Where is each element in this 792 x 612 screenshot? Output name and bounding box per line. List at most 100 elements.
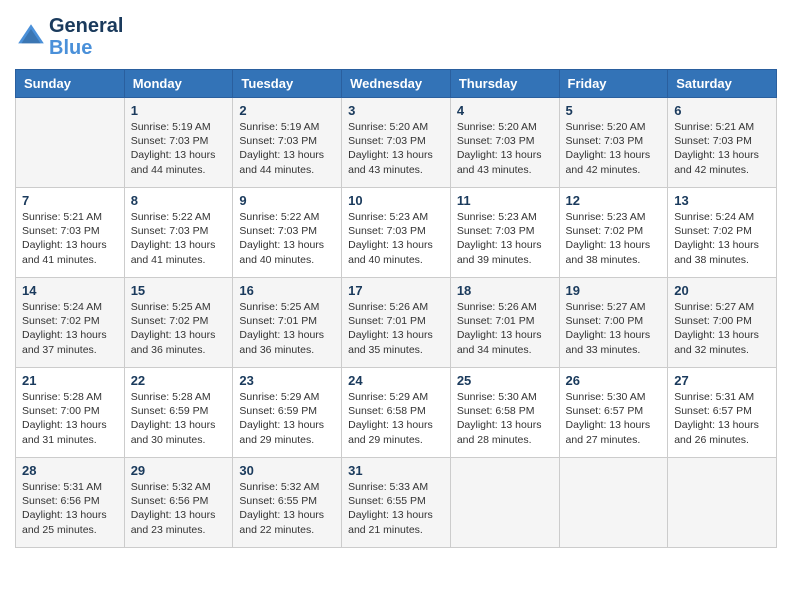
cell-content: Sunrise: 5:31 AM Sunset: 6:57 PM Dayligh… <box>674 390 770 447</box>
logo-icon <box>15 21 47 53</box>
week-row-3: 21 Sunrise: 5:28 AM Sunset: 7:00 PM Dayli… <box>16 368 777 458</box>
cell-content: Sunrise: 5:24 AM Sunset: 7:02 PM Dayligh… <box>22 300 118 357</box>
cell-content: Sunrise: 5:23 AM Sunset: 7:02 PM Dayligh… <box>566 210 662 267</box>
day-number: 15 <box>131 283 227 298</box>
page-header: GeneralBlue <box>15 15 777 59</box>
calendar-cell: 18Sunrise: 5:26 AM Sunset: 7:01 PM Dayli… <box>450 278 559 368</box>
calendar-cell: 3 Sunrise: 5:20 AM Sunset: 7:03 PM Daylig… <box>342 98 451 188</box>
week-row-2: 14 Sunrise: 5:24 AM Sunset: 7:02 PM Dayli… <box>16 278 777 368</box>
day-number: 14 <box>22 283 118 298</box>
cell-content: Sunrise: 5:33 AM Sunset: 6:55 PM Dayligh… <box>348 480 444 537</box>
cell-content: Sunrise: 5:28 AM Sunset: 6:59 PM Dayligh… <box>131 390 227 447</box>
week-row-0: 1Sunrise: 5:19 AM Sunset: 7:03 PM Daylig… <box>16 98 777 188</box>
day-number: 23 <box>239 373 335 388</box>
day-number: 3 <box>348 103 444 118</box>
weekday-friday: Friday <box>559 70 668 98</box>
cell-content: Sunrise: 5:32 AM Sunset: 6:55 PM Dayligh… <box>239 480 335 537</box>
cell-content: Sunrise: 5:19 AM Sunset: 7:03 PM Dayligh… <box>131 120 227 177</box>
calendar-cell: 13 Sunrise: 5:24 AM Sunset: 7:02 PM Dayli… <box>668 188 777 278</box>
day-number: 31 <box>348 463 444 478</box>
cell-content: Sunrise: 5:21 AM Sunset: 7:03 PM Dayligh… <box>674 120 770 177</box>
calendar-cell: 31 Sunrise: 5:33 AM Sunset: 6:55 PM Dayli… <box>342 458 451 548</box>
calendar-cell: 14 Sunrise: 5:24 AM Sunset: 7:02 PM Dayli… <box>16 278 125 368</box>
day-number: 21 <box>22 373 118 388</box>
day-number: 5 <box>566 103 662 118</box>
calendar-cell: 5Sunrise: 5:20 AM Sunset: 7:03 PM Daylig… <box>559 98 668 188</box>
week-row-1: 7 Sunrise: 5:21 AM Sunset: 7:03 PM Daylig… <box>16 188 777 278</box>
day-number: 7 <box>22 193 118 208</box>
calendar-cell: 1Sunrise: 5:19 AM Sunset: 7:03 PM Daylig… <box>124 98 233 188</box>
calendar-cell: 30Sunrise: 5:32 AM Sunset: 6:55 PM Dayli… <box>233 458 342 548</box>
cell-content: Sunrise: 5:24 AM Sunset: 7:02 PM Dayligh… <box>674 210 770 267</box>
cell-content: Sunrise: 5:19 AM Sunset: 7:03 PM Dayligh… <box>239 120 335 177</box>
cell-content: Sunrise: 5:32 AM Sunset: 6:56 PM Dayligh… <box>131 480 227 537</box>
calendar-cell: 17 Sunrise: 5:26 AM Sunset: 7:01 PM Dayli… <box>342 278 451 368</box>
cell-content: Sunrise: 5:27 AM Sunset: 7:00 PM Dayligh… <box>566 300 662 357</box>
day-number: 13 <box>674 193 770 208</box>
cell-content: Sunrise: 5:20 AM Sunset: 7:03 PM Dayligh… <box>457 120 553 177</box>
day-number: 11 <box>457 193 553 208</box>
calendar-cell: 9 Sunrise: 5:22 AM Sunset: 7:03 PM Daylig… <box>233 188 342 278</box>
weekday-wednesday: Wednesday <box>342 70 451 98</box>
calendar-cell <box>16 98 125 188</box>
cell-content: Sunrise: 5:29 AM Sunset: 6:58 PM Dayligh… <box>348 390 444 447</box>
cell-content: Sunrise: 5:31 AM Sunset: 6:56 PM Dayligh… <box>22 480 118 537</box>
calendar-cell: 26 Sunrise: 5:30 AM Sunset: 6:57 PM Dayli… <box>559 368 668 458</box>
cell-content: Sunrise: 5:20 AM Sunset: 7:03 PM Dayligh… <box>348 120 444 177</box>
calendar-cell: 2Sunrise: 5:19 AM Sunset: 7:03 PM Daylig… <box>233 98 342 188</box>
day-number: 16 <box>239 283 335 298</box>
day-number: 20 <box>674 283 770 298</box>
calendar-cell: 20 Sunrise: 5:27 AM Sunset: 7:00 PM Dayli… <box>668 278 777 368</box>
calendar-cell: 25Sunrise: 5:30 AM Sunset: 6:58 PM Dayli… <box>450 368 559 458</box>
calendar-cell: 15 Sunrise: 5:25 AM Sunset: 7:02 PM Dayli… <box>124 278 233 368</box>
weekday-header-row: SundayMondayTuesdayWednesdayThursdayFrid… <box>16 70 777 98</box>
day-number: 6 <box>674 103 770 118</box>
cell-content: Sunrise: 5:22 AM Sunset: 7:03 PM Dayligh… <box>131 210 227 267</box>
calendar-cell: 7 Sunrise: 5:21 AM Sunset: 7:03 PM Daylig… <box>16 188 125 278</box>
day-number: 24 <box>348 373 444 388</box>
cell-content: Sunrise: 5:26 AM Sunset: 7:01 PM Dayligh… <box>348 300 444 357</box>
day-number: 26 <box>566 373 662 388</box>
calendar-cell <box>668 458 777 548</box>
calendar-cell: 8 Sunrise: 5:22 AM Sunset: 7:03 PM Daylig… <box>124 188 233 278</box>
weekday-saturday: Saturday <box>668 70 777 98</box>
calendar-table: SundayMondayTuesdayWednesdayThursdayFrid… <box>15 69 777 548</box>
calendar-cell: 27 Sunrise: 5:31 AM Sunset: 6:57 PM Dayli… <box>668 368 777 458</box>
calendar-cell: 28 Sunrise: 5:31 AM Sunset: 6:56 PM Dayli… <box>16 458 125 548</box>
calendar-cell: 22 Sunrise: 5:28 AM Sunset: 6:59 PM Dayli… <box>124 368 233 458</box>
day-number: 19 <box>566 283 662 298</box>
day-number: 17 <box>348 283 444 298</box>
weekday-thursday: Thursday <box>450 70 559 98</box>
cell-content: Sunrise: 5:29 AM Sunset: 6:59 PM Dayligh… <box>239 390 335 447</box>
day-number: 22 <box>131 373 227 388</box>
calendar-cell <box>450 458 559 548</box>
cell-content: Sunrise: 5:21 AM Sunset: 7:03 PM Dayligh… <box>22 210 118 267</box>
calendar-cell: 4Sunrise: 5:20 AM Sunset: 7:03 PM Daylig… <box>450 98 559 188</box>
calendar-cell: 11 Sunrise: 5:23 AM Sunset: 7:03 PM Dayli… <box>450 188 559 278</box>
day-number: 25 <box>457 373 553 388</box>
weekday-tuesday: Tuesday <box>233 70 342 98</box>
logo-text: GeneralBlue <box>49 15 123 59</box>
cell-content: Sunrise: 5:28 AM Sunset: 7:00 PM Dayligh… <box>22 390 118 447</box>
day-number: 8 <box>131 193 227 208</box>
calendar-cell: 10Sunrise: 5:23 AM Sunset: 7:03 PM Dayli… <box>342 188 451 278</box>
day-number: 27 <box>674 373 770 388</box>
calendar-cell: 23 Sunrise: 5:29 AM Sunset: 6:59 PM Dayli… <box>233 368 342 458</box>
day-number: 12 <box>566 193 662 208</box>
cell-content: Sunrise: 5:23 AM Sunset: 7:03 PM Dayligh… <box>348 210 444 267</box>
logo: GeneralBlue <box>15 15 123 59</box>
cell-content: Sunrise: 5:27 AM Sunset: 7:00 PM Dayligh… <box>674 300 770 357</box>
day-number: 9 <box>239 193 335 208</box>
week-row-4: 28 Sunrise: 5:31 AM Sunset: 6:56 PM Dayli… <box>16 458 777 548</box>
calendar-cell: 16Sunrise: 5:25 AM Sunset: 7:01 PM Dayli… <box>233 278 342 368</box>
day-number: 29 <box>131 463 227 478</box>
calendar-cell: 6 Sunrise: 5:21 AM Sunset: 7:03 PM Daylig… <box>668 98 777 188</box>
day-number: 28 <box>22 463 118 478</box>
weekday-sunday: Sunday <box>16 70 125 98</box>
cell-content: Sunrise: 5:30 AM Sunset: 6:57 PM Dayligh… <box>566 390 662 447</box>
day-number: 18 <box>457 283 553 298</box>
calendar-cell: 21 Sunrise: 5:28 AM Sunset: 7:00 PM Dayli… <box>16 368 125 458</box>
cell-content: Sunrise: 5:22 AM Sunset: 7:03 PM Dayligh… <box>239 210 335 267</box>
cell-content: Sunrise: 5:23 AM Sunset: 7:03 PM Dayligh… <box>457 210 553 267</box>
cell-content: Sunrise: 5:25 AM Sunset: 7:02 PM Dayligh… <box>131 300 227 357</box>
